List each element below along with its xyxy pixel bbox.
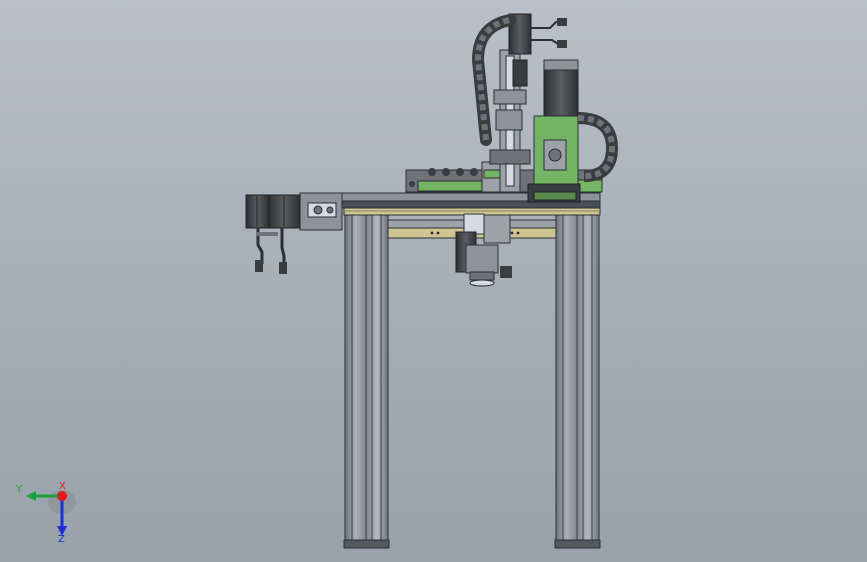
left-leg — [343, 211, 390, 549]
x-axis-label: X — [59, 482, 66, 492]
y-axis-label: Y — [15, 484, 23, 495]
gantry-assembly-drawing[interactable] — [0, 0, 867, 562]
x-axis-carriage — [527, 59, 581, 203]
coordinate-triad-icon: Y X Z — [15, 482, 76, 544]
x-axis-marker — [57, 491, 67, 501]
right-leg — [554, 211, 601, 549]
z-axis-label: Z — [58, 534, 65, 544]
cad-viewport[interactable]: Y X Z — [0, 0, 867, 562]
right-drag-chain — [577, 112, 619, 182]
tool-head — [455, 213, 512, 287]
y-axis-motor — [245, 192, 343, 274]
